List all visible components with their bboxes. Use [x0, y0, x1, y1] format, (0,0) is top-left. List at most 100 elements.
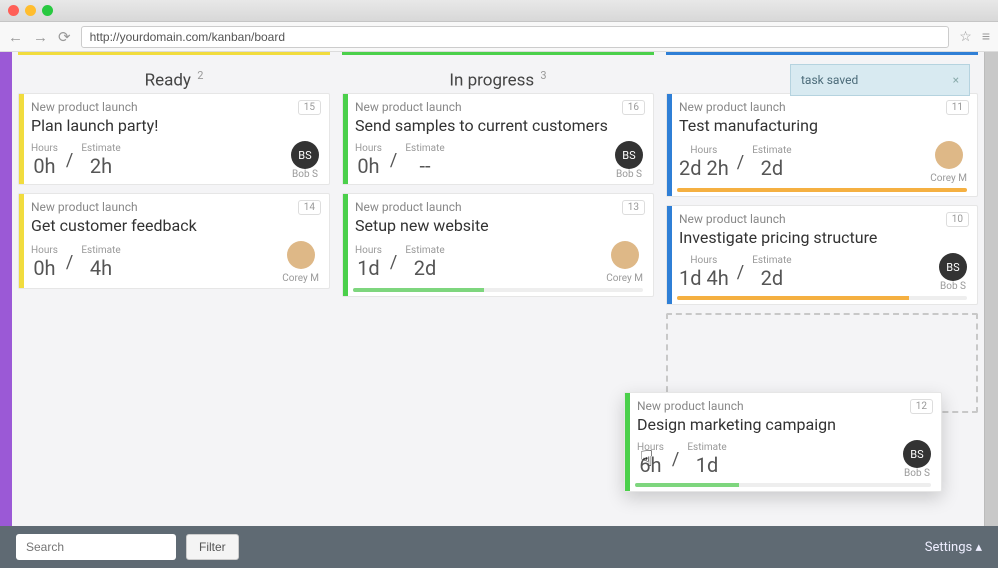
project-label: New product launch	[31, 200, 319, 214]
hours-value: 2d 2h	[679, 156, 729, 180]
hours-label: Hours	[679, 255, 729, 266]
card-color-stripe	[667, 206, 672, 304]
card-color-stripe	[19, 194, 24, 288]
toast-text: task saved	[801, 73, 858, 87]
column-ready: Ready 2 15 New product launch Plan launc…	[12, 52, 336, 526]
toast-notification: task saved ×	[790, 64, 970, 96]
estimate-label: Estimate	[752, 145, 791, 156]
separator: /	[390, 150, 397, 171]
separator: /	[66, 150, 73, 171]
separator: /	[66, 252, 73, 273]
task-title: Investigate pricing structure	[679, 228, 967, 247]
settings-button[interactable]: Settings ▴	[925, 540, 982, 555]
cursor-icon: ☟	[640, 447, 653, 472]
column-count: 2	[197, 69, 203, 82]
separator: /	[737, 152, 744, 173]
window-controls	[0, 0, 998, 22]
separator: /	[672, 449, 679, 470]
hours-label: Hours	[679, 145, 729, 156]
task-card-dragging[interactable]: 12 New product launch Design marketing c…	[624, 392, 942, 492]
estimate-label: Estimate	[81, 245, 120, 256]
kanban-app: Ready 2 15 New product launch Plan launc…	[0, 52, 998, 526]
back-button[interactable]: ←	[8, 28, 23, 46]
assignee-name: Corey M	[282, 273, 319, 284]
column-in-progress: In progress 3 16 New product launch Send…	[336, 52, 660, 526]
hours-value: 0h	[31, 154, 58, 178]
estimate-value: 2d	[752, 266, 791, 290]
task-card[interactable]: 15 New product launch Plan launch party!…	[18, 93, 330, 185]
bookmark-icon[interactable]: ☆	[959, 29, 972, 45]
hours-value: 1d	[355, 256, 382, 280]
task-card[interactable]: 10 New product launch Investigate pricin…	[666, 205, 978, 305]
url-input[interactable]	[81, 26, 950, 48]
estimate-value: 2h	[81, 154, 120, 178]
column-title: Ready	[145, 71, 191, 91]
minimize-window-icon[interactable]	[25, 5, 36, 16]
task-title: Setup new website	[355, 216, 643, 235]
avatar[interactable]	[287, 241, 315, 269]
hours-label: Hours	[31, 143, 58, 154]
avatar[interactable]	[935, 141, 963, 169]
column-color-bar	[666, 52, 978, 55]
estimate-label: Estimate	[405, 143, 444, 154]
estimate-value: 2d	[752, 156, 791, 180]
column-title: In progress	[449, 71, 534, 91]
estimate-label: Estimate	[687, 442, 726, 453]
right-drawer-handle[interactable]	[984, 52, 998, 526]
filter-button[interactable]: Filter	[186, 534, 239, 560]
task-card[interactable]: 11 New product launch Test manufacturing…	[666, 93, 978, 197]
card-color-stripe	[625, 393, 630, 491]
left-drawer-handle[interactable]	[0, 52, 12, 526]
estimate-value: 1d	[687, 453, 726, 477]
avatar[interactable]: BS	[291, 141, 319, 169]
forward-button[interactable]: →	[33, 28, 48, 46]
task-title: Design marketing campaign	[637, 415, 931, 434]
hamburger-icon[interactable]: ≡	[982, 28, 990, 45]
task-card[interactable]: 14 New product launch Get customer feedb…	[18, 193, 330, 289]
column-color-bar	[342, 52, 654, 55]
hours-value: 0h	[355, 154, 382, 178]
card-color-stripe	[19, 94, 24, 184]
search-input[interactable]	[16, 534, 176, 560]
task-title: Send samples to current customers	[355, 116, 643, 135]
card-number: 15	[298, 100, 321, 115]
project-label: New product launch	[31, 100, 319, 114]
close-icon[interactable]: ×	[953, 73, 959, 87]
card-number: 12	[910, 399, 933, 414]
card-number: 11	[946, 100, 969, 115]
task-card[interactable]: 13 New product launch Setup new website …	[342, 193, 654, 297]
maximize-window-icon[interactable]	[42, 5, 53, 16]
task-title: Plan launch party!	[31, 116, 319, 135]
project-label: New product launch	[637, 399, 931, 413]
assignee-name: Bob S	[615, 169, 643, 180]
card-color-stripe	[343, 94, 348, 184]
browser-toolbar: ← → ⟳ ☆ ≡	[0, 22, 998, 52]
progress-bar	[677, 296, 967, 300]
task-card[interactable]: 16 New product launch Send samples to cu…	[342, 93, 654, 185]
project-label: New product launch	[679, 100, 967, 114]
project-label: New product launch	[355, 200, 643, 214]
column-color-bar	[18, 52, 330, 55]
avatar[interactable]: BS	[903, 440, 931, 468]
column-header[interactable]: In progress 3	[342, 61, 654, 93]
column-header[interactable]: Ready 2	[18, 61, 330, 93]
estimate-label: Estimate	[752, 255, 791, 266]
card-number: 13	[622, 200, 645, 215]
avatar[interactable]: BS	[615, 141, 643, 169]
card-color-stripe	[667, 94, 672, 196]
close-window-icon[interactable]	[8, 5, 19, 16]
project-label: New product launch	[355, 100, 643, 114]
card-color-stripe	[343, 194, 348, 296]
separator: /	[390, 252, 397, 273]
project-label: New product launch	[679, 212, 967, 226]
separator: /	[737, 262, 744, 283]
assignee-name: Bob S	[939, 281, 967, 292]
card-number: 10	[946, 212, 969, 227]
assignee-name: Corey M	[930, 173, 967, 184]
progress-bar	[353, 288, 643, 292]
avatar[interactable]	[611, 241, 639, 269]
avatar[interactable]: BS	[939, 253, 967, 281]
card-number: 14	[298, 200, 321, 215]
reload-button[interactable]: ⟳	[58, 28, 71, 46]
estimate-value: --	[405, 154, 444, 178]
